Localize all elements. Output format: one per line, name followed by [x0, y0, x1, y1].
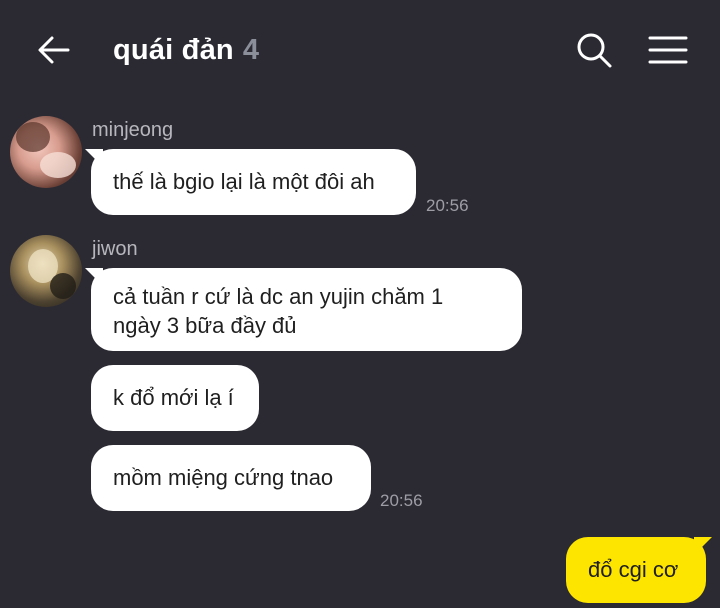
message-text-line: ngày 3 bữa đầy đủ — [113, 313, 297, 338]
avatar-photo-detail — [50, 273, 76, 299]
hamburger-menu-icon — [648, 36, 688, 64]
message-text: thế là bgio lại là một đôi ah — [113, 169, 375, 194]
avatar-minjeong[interactable] — [10, 116, 82, 188]
avatar-photo-detail — [40, 152, 76, 178]
arrow-left-icon — [38, 36, 70, 64]
chat-name: quái đản — [113, 33, 234, 66]
chat-title: quái đản 4 — [113, 30, 259, 70]
menu-button[interactable] — [646, 30, 690, 70]
sender-name-minjeong: minjeong — [92, 119, 174, 141]
avatar-jiwon[interactable] — [10, 235, 82, 307]
sender-name-jiwon: jiwon — [92, 238, 138, 260]
my-message-bubble[interactable]: đổ cgi cơ — [566, 537, 706, 603]
message-text-line: cả tuần r cứ là dc an yujin chăm 1 — [113, 284, 444, 309]
search-icon — [577, 33, 612, 68]
message-text: mồm miệng cứng tnao — [113, 465, 334, 490]
avatar-photo-detail — [16, 122, 50, 152]
message-text: đổ cgi cơ — [588, 557, 679, 582]
message-time: 20:56 — [380, 491, 423, 510]
message-bubble[interactable]: thế là bgio lại là một đôi ah — [91, 149, 416, 215]
chat-header: quái đản 4 — [0, 0, 720, 100]
member-count: 4 — [242, 33, 260, 66]
message-bubble[interactable]: k đổ mới lạ í — [91, 365, 259, 431]
message-bubble[interactable]: mồm miệng cứng tnao — [91, 445, 371, 511]
message-text: k đổ mới lạ í — [113, 385, 234, 410]
message-bubble[interactable]: cả tuần r cứ là dc an yujin chăm 1 ngày … — [91, 268, 522, 351]
search-button[interactable] — [574, 30, 614, 70]
message-time: 20:56 — [426, 196, 469, 215]
back-button[interactable] — [34, 30, 74, 70]
